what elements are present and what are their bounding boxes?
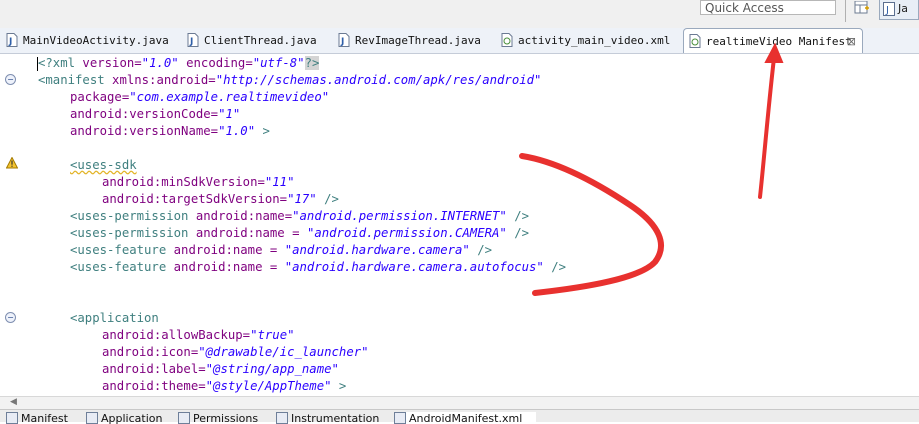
code-line: android:label="@string/app_name"	[102, 362, 339, 376]
toolbar-separator	[845, 0, 846, 22]
svg-text:J: J	[189, 37, 193, 47]
quick-access-input[interactable]: Quick Access	[700, 0, 836, 15]
page-icon	[276, 412, 288, 424]
code-line: package="com.example.realtimevideo"	[70, 90, 330, 104]
code-line: <?xml version="1.0" encoding="utf-8"?>	[38, 56, 320, 70]
code-line: android:allowBackup="true"	[102, 328, 295, 342]
code-line: android:targetSdkVersion="17" />	[102, 192, 339, 206]
code-line: android:theme="@style/AppTheme" >	[102, 379, 347, 393]
tab-label: Manifest	[21, 412, 68, 424]
svg-text:J: J	[885, 5, 889, 16]
tab-mainvideoactivity[interactable]: J MainVideoActivity.java	[5, 28, 180, 53]
code-line: <uses-feature android:name = "android.ha…	[70, 243, 493, 257]
page-icon	[6, 412, 18, 424]
code-line: android:minSdkVersion="11"	[102, 175, 295, 189]
tab-application[interactable]: Application	[86, 412, 172, 424]
tab-label: realtimeVideo Manifest	[706, 35, 852, 48]
tab-manifest[interactable]: Manifest	[6, 412, 82, 424]
fold-collapse-icon[interactable]: −	[5, 312, 16, 323]
code-line: <manifest xmlns:android="http://schemas.…	[38, 73, 542, 87]
open-perspective-icon[interactable]	[854, 0, 870, 14]
tab-permissions[interactable]: Permissions	[178, 412, 270, 424]
tab-label: ClientThread.java	[204, 34, 317, 47]
code-line: <uses-permission android:name = "android…	[70, 226, 530, 240]
svg-text:J: J	[8, 37, 12, 47]
java-perspective-button[interactable]: J Ja	[879, 0, 919, 20]
page-icon	[394, 412, 406, 424]
tab-instrumentation[interactable]: Instrumentation	[276, 412, 388, 424]
svg-text:J: J	[340, 37, 344, 47]
tab-label: activity_main_video.xml	[518, 34, 671, 47]
page-icon	[178, 412, 190, 424]
code-line: <uses-permission android:name="android.p…	[70, 209, 530, 223]
java-file-icon: J	[6, 33, 18, 47]
code-line: <uses-sdk	[70, 158, 137, 172]
code-line: <application	[70, 311, 159, 325]
java-perspective-label: Ja	[898, 2, 908, 15]
tab-label: Instrumentation	[291, 412, 380, 424]
manifest-page-tabs: Manifest Application Permissions Instrum…	[0, 409, 919, 424]
code-line: android:versionCode="1"	[70, 107, 241, 121]
editor-ruler: − −	[0, 54, 22, 396]
tab-clientthread[interactable]: J ClientThread.java	[186, 28, 331, 53]
code-line: <uses-feature android:name = "android.ha…	[70, 260, 567, 274]
java-file-icon: J	[187, 33, 199, 47]
close-tab-icon[interactable]: ⊠	[847, 29, 856, 54]
java-perspective-icon: J	[883, 2, 895, 16]
warning-icon[interactable]	[6, 157, 18, 169]
scroll-left-icon[interactable]: ◀	[10, 397, 17, 407]
tab-label: MainVideoActivity.java	[23, 34, 169, 47]
tab-revimagethread[interactable]: J RevImageThread.java	[337, 28, 492, 53]
horizontal-scrollbar[interactable]: ◀	[0, 396, 919, 410]
java-file-icon: J	[338, 33, 350, 47]
code-line: android:icon="@drawable/ic_launcher"	[102, 345, 369, 359]
tab-androidmanifest-xml[interactable]: AndroidManifest.xml	[394, 412, 536, 424]
manifest-icon	[689, 34, 701, 48]
code-line: android:versionName="1.0" >	[70, 124, 270, 138]
tab-label: Permissions	[193, 412, 259, 424]
tab-label: AndroidManifest.xml	[409, 412, 523, 424]
tab-realtimevideo-manifest[interactable]: realtimeVideo Manifest ⊠	[683, 28, 863, 53]
tab-activity-main-video[interactable]: activity_main_video.xml	[500, 28, 680, 53]
tab-label: Application	[101, 412, 163, 424]
page-icon	[86, 412, 98, 424]
fold-collapse-icon[interactable]: −	[5, 74, 16, 85]
xml-file-icon	[501, 33, 513, 47]
editor-tab-bar: J MainVideoActivity.java J ClientThread.…	[0, 28, 919, 54]
tab-label: RevImageThread.java	[355, 34, 481, 47]
